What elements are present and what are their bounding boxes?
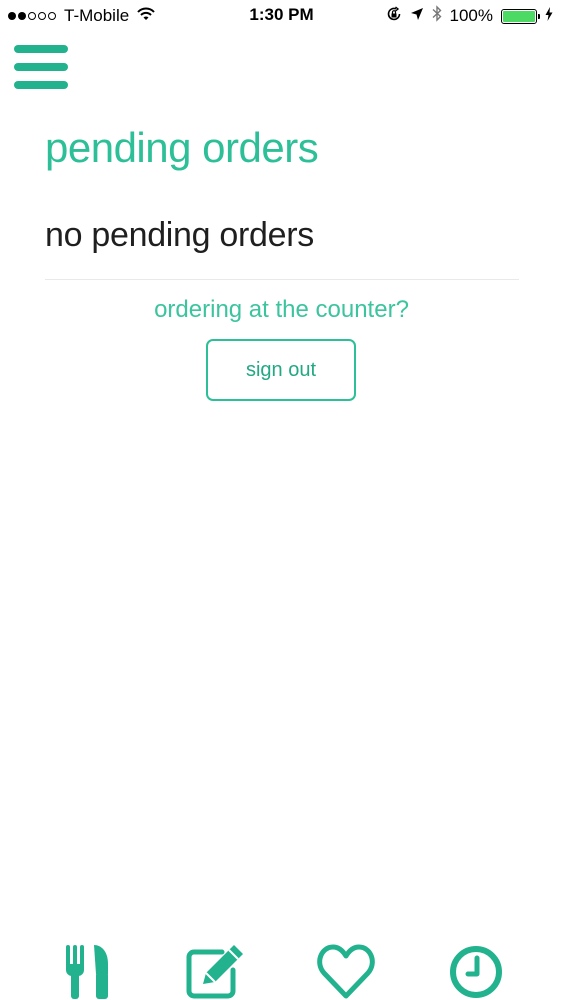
tab-menu[interactable] [56, 940, 120, 1000]
fork-knife-icon [66, 945, 108, 999]
battery-icon [501, 8, 540, 24]
counter-ordering-question: ordering at the counter? [154, 296, 409, 323]
bottom-tab-bar [0, 930, 563, 1000]
empty-orders-message: no pending orders [45, 216, 314, 254]
bluetooth-icon [432, 5, 442, 27]
tab-history[interactable] [444, 940, 508, 1000]
sign-out-button[interactable]: sign out [206, 339, 356, 401]
divider [45, 279, 519, 280]
edit-note-icon [186, 945, 243, 999]
battery-level [503, 10, 535, 22]
clock-icon [450, 946, 502, 998]
location-arrow-icon [410, 6, 424, 26]
orientation-lock-icon [386, 5, 402, 27]
tab-orders[interactable] [186, 940, 250, 1000]
battery-percent: 100% [449, 6, 493, 25]
battery-cap [538, 13, 540, 19]
menu-bar [14, 63, 68, 71]
hamburger-menu-icon[interactable] [14, 45, 68, 89]
menu-bar [14, 81, 68, 89]
status-bar: T-Mobile 1:30 PM 100% [0, 0, 563, 32]
status-right: 100% [378, 5, 553, 27]
charging-bolt-icon [545, 6, 553, 26]
menu-bar [14, 45, 68, 53]
page-title: pending orders [45, 124, 319, 171]
heart-icon [317, 944, 375, 999]
tab-favorites[interactable] [316, 940, 380, 1000]
